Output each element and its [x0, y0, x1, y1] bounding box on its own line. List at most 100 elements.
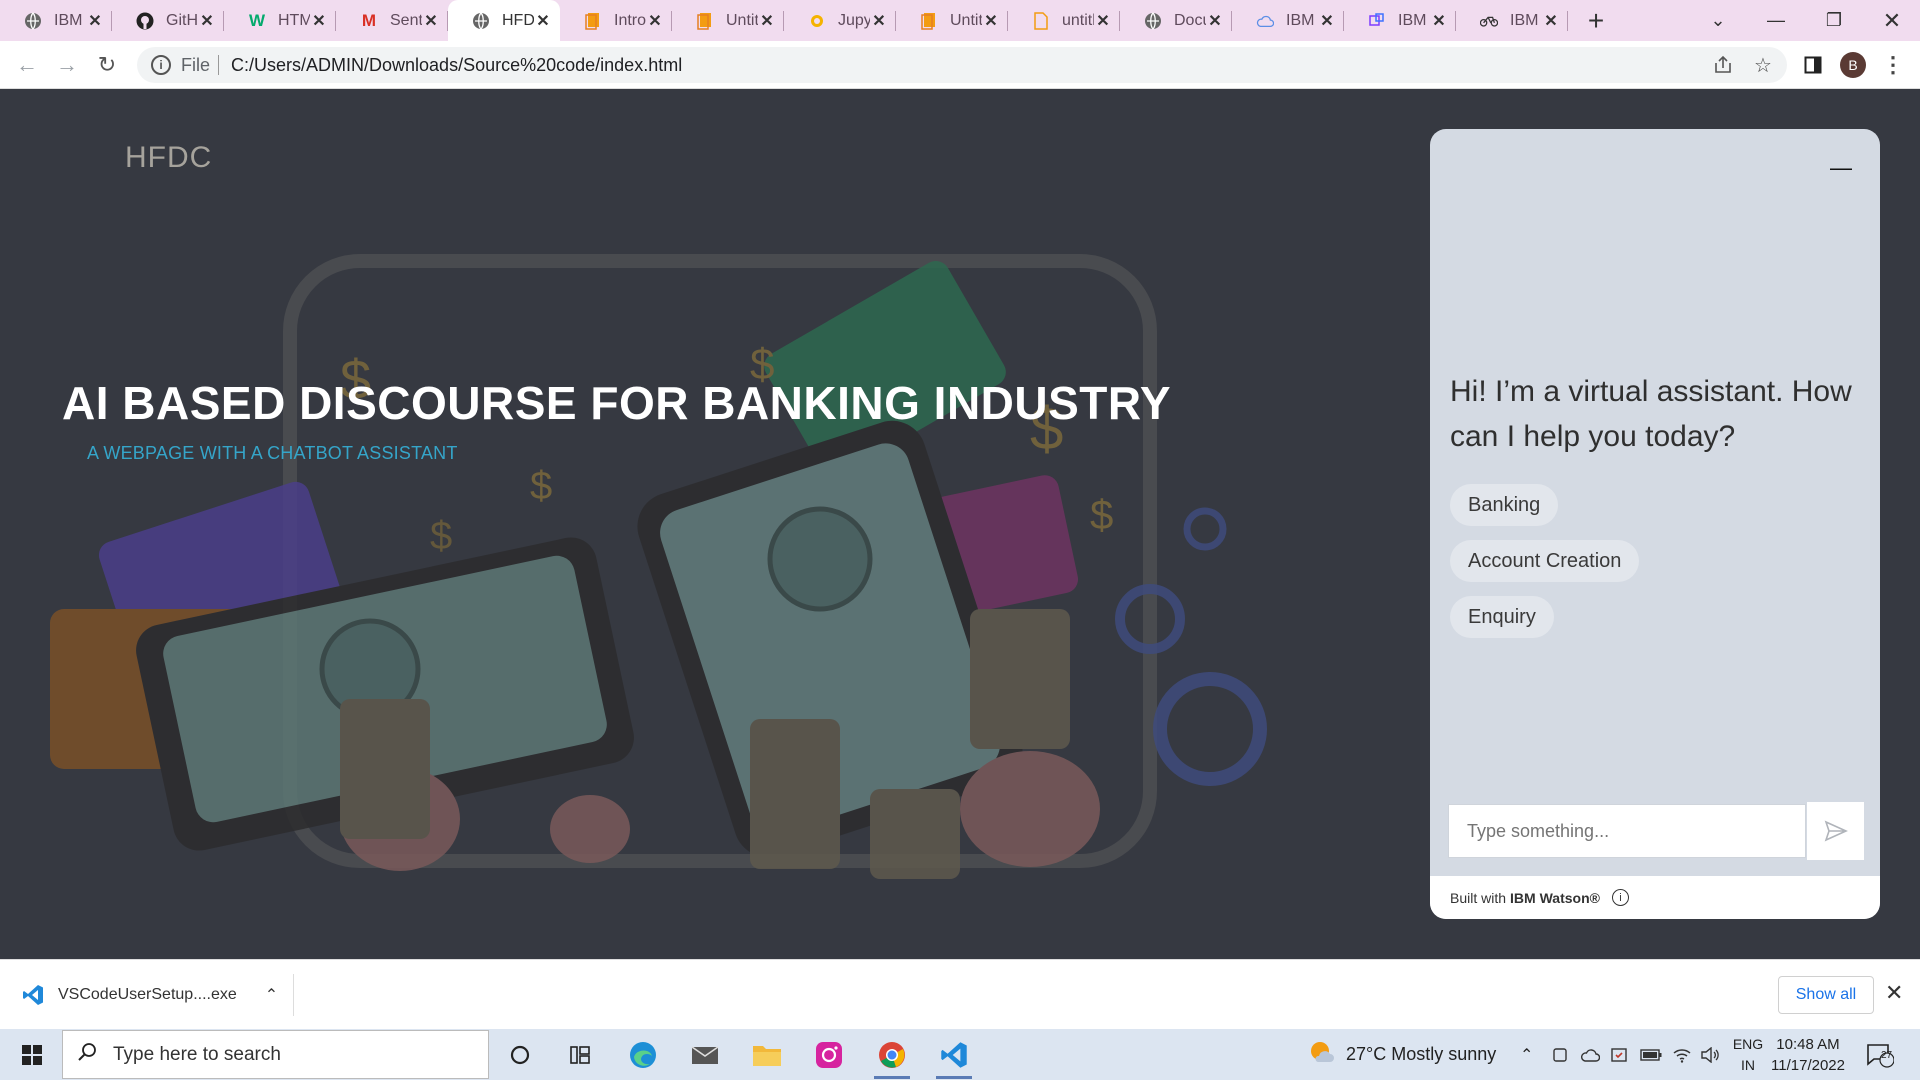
hero-subtitle: A WEBPAGE WITH A CHATBOT ASSISTANT: [87, 443, 458, 463]
browser-tab[interactable]: IBM W ✕: [1232, 0, 1344, 41]
browser-tab[interactable]: untitled ✕: [1008, 0, 1120, 41]
battery-icon[interactable]: [1640, 1029, 1662, 1080]
tab-close-icon[interactable]: ✕: [1206, 11, 1224, 31]
tab-close-icon[interactable]: ✕: [982, 11, 1000, 31]
meet-now-icon[interactable]: [1552, 1029, 1568, 1080]
info-icon[interactable]: i: [1611, 889, 1629, 906]
tab-close-icon[interactable]: ✕: [1094, 11, 1112, 31]
tab-close-icon[interactable]: ✕: [198, 11, 216, 31]
tab-close-icon[interactable]: ✕: [870, 11, 888, 31]
tab-close-icon[interactable]: ✕: [422, 11, 440, 31]
globe-icon: [472, 12, 490, 30]
address-bar[interactable]: i File C:/Users/ADMIN/Downloads/Source%2…: [137, 47, 1787, 83]
new-tab-button[interactable]: +: [1576, 0, 1616, 41]
start-button[interactable]: [8, 1029, 56, 1080]
tab-label: GitHub: [166, 11, 198, 29]
tab-strip: IBM ✕ GitHub ✕ W HTML ✕ M Sent ✕ HFDC ✕ …: [0, 0, 1920, 41]
bookmark-star-icon[interactable]: ☆: [1743, 41, 1783, 89]
browser-tab[interactable]: IBM ✕: [1344, 0, 1456, 41]
task-view-icon[interactable]: [550, 1029, 610, 1080]
file-explorer-icon[interactable]: [737, 1029, 797, 1080]
notification-center-icon[interactable]: 27: [1866, 1029, 1894, 1080]
close-downloads-bar-icon[interactable]: ✕: [1885, 980, 1903, 1006]
quick-reply-account-creation[interactable]: Account Creation: [1450, 540, 1640, 582]
hero-title: AI BASED DISCOURSE FOR BANKING INDUSTRY: [62, 377, 1172, 429]
quick-reply-banking[interactable]: Banking: [1450, 484, 1559, 526]
browser-tab[interactable]: GitHub ✕: [112, 0, 224, 41]
search-placeholder: Type here to search: [113, 1043, 281, 1065]
download-item[interactable]: VSCodeUserSetup....exe ⌃: [22, 974, 294, 1016]
downloads-bar: VSCodeUserSetup....exe ⌃ Show all ✕: [0, 959, 1920, 1029]
chat-input-container: [1448, 804, 1806, 858]
url-text[interactable]: C:/Users/ADMIN/Downloads/Source%20code/i…: [231, 55, 682, 76]
share-icon[interactable]: [1703, 41, 1743, 89]
tab-close-icon[interactable]: ✕: [86, 11, 104, 31]
reload-icon[interactable]: ↻: [87, 45, 127, 85]
browser-tab[interactable]: Untitled ✕: [672, 0, 784, 41]
tab-close-icon[interactable]: ✕: [1318, 11, 1336, 31]
minimize-chat-button[interactable]: —: [1830, 155, 1852, 180]
brand-logo[interactable]: HFDC: [125, 141, 212, 175]
browser-tab[interactable]: IBM ✕: [0, 0, 112, 41]
tab-close-icon[interactable]: ✕: [1430, 11, 1448, 31]
kebab-menu-icon[interactable]: ⋮: [1873, 41, 1913, 89]
side-panel-icon[interactable]: [1793, 41, 1833, 89]
tab-close-icon[interactable]: ✕: [758, 11, 776, 31]
browser-tab[interactable]: M Sent ✕: [336, 0, 448, 41]
back-arrow-icon[interactable]: ←: [7, 45, 47, 85]
tab-label: IBM: [1510, 11, 1539, 29]
language-code: ENG: [1732, 1036, 1764, 1052]
weather-widget[interactable]: 27°C Mostly sunny: [1308, 1029, 1496, 1080]
browser-tab[interactable]: Jupyter ✕: [784, 0, 896, 41]
chrome-icon[interactable]: [862, 1029, 922, 1080]
tab-close-icon[interactable]: ✕: [646, 11, 664, 31]
vscode-icon[interactable]: [924, 1029, 984, 1080]
send-button[interactable]: [1807, 802, 1864, 860]
taskbar-search-box[interactable]: Type here to search: [62, 1030, 489, 1079]
show-all-downloads-button[interactable]: Show all: [1778, 976, 1874, 1014]
tab-search-chevron-icon[interactable]: ⌄: [1690, 0, 1746, 41]
tab-label: HFDC: [502, 11, 534, 29]
chat-message-input[interactable]: [1467, 820, 1787, 842]
site-info-icon[interactable]: i: [151, 55, 171, 75]
browser-toolbar: ← → ↻ i File C:/Users/ADMIN/Downloads/So…: [0, 41, 1920, 89]
restore-window-button[interactable]: ❐: [1806, 0, 1862, 41]
chevron-up-icon[interactable]: ⌃: [265, 985, 278, 1005]
tab-label: IBM W: [1286, 11, 1318, 29]
windows-logo-icon: [22, 1044, 42, 1065]
w3schools-icon: W: [248, 10, 266, 30]
tab-close-icon[interactable]: ✕: [534, 11, 552, 31]
tab-close-icon[interactable]: ✕: [1542, 11, 1560, 31]
wifi-icon[interactable]: [1672, 1029, 1692, 1080]
gmail-icon: M: [361, 10, 377, 30]
input-language[interactable]: ENG IN: [1728, 1034, 1768, 1076]
onedrive-cloud-icon[interactable]: [1580, 1029, 1600, 1080]
weather-text: 27°C Mostly sunny: [1346, 1044, 1497, 1064]
browser-tab[interactable]: W HTML ✕: [224, 0, 336, 41]
browser-tab[interactable]: IBM ✕: [1456, 0, 1568, 41]
browser-tab[interactable]: Intro ✕: [560, 0, 672, 41]
close-window-button[interactable]: ✕: [1864, 0, 1920, 41]
vscode-file-icon: [22, 984, 58, 1006]
cortana-icon[interactable]: [490, 1029, 550, 1080]
browser-tab[interactable]: Docu ✕: [1120, 0, 1232, 41]
profile-avatar[interactable]: B: [1833, 41, 1873, 89]
quick-reply-enquiry[interactable]: Enquiry: [1450, 596, 1554, 638]
instagram-icon[interactable]: [799, 1029, 859, 1080]
tab-label: IBM: [54, 11, 83, 29]
browser-tab[interactable]: Untitled ✕: [896, 0, 1008, 41]
footer-prefix: Built with: [1450, 889, 1507, 906]
search-icon: [77, 1042, 97, 1068]
security-icon[interactable]: [1610, 1029, 1628, 1080]
forward-arrow-icon[interactable]: →: [47, 45, 87, 85]
volume-icon[interactable]: [1700, 1029, 1720, 1080]
scheme-label: File: [181, 54, 211, 75]
system-clock[interactable]: 10:48 AM 11/17/2022: [1765, 1034, 1851, 1076]
cloud-icon: [1256, 12, 1274, 30]
minimize-window-button[interactable]: —: [1748, 0, 1804, 41]
show-hidden-icons-chevron[interactable]: ⌃: [1520, 1029, 1533, 1080]
browser-tab-active[interactable]: HFDC ✕: [448, 0, 560, 41]
mail-icon[interactable]: [675, 1029, 735, 1080]
tab-close-icon[interactable]: ✕: [310, 11, 328, 31]
edge-browser-icon[interactable]: [613, 1029, 673, 1080]
